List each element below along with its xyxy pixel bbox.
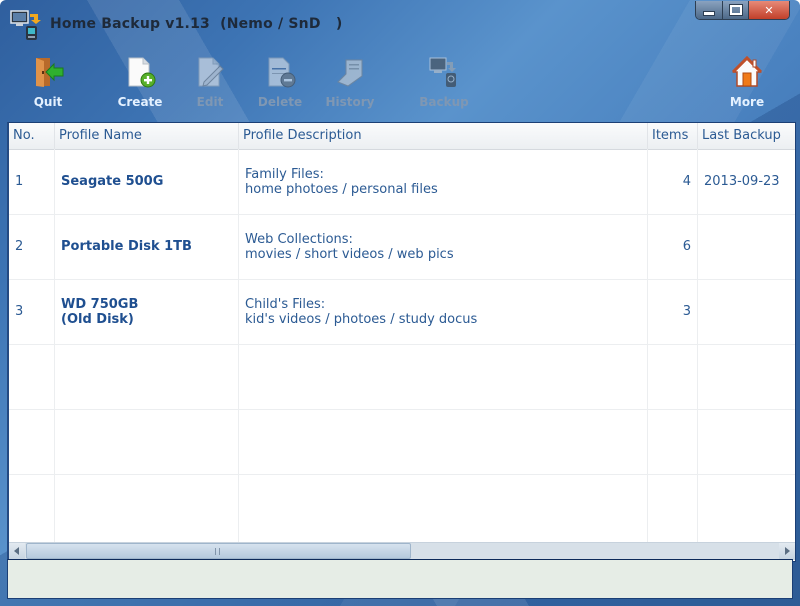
- column-header-no[interactable]: No.: [9, 123, 55, 149]
- create-button[interactable]: Create: [100, 52, 180, 114]
- empty-table-row: [9, 409, 795, 475]
- more-label: More: [729, 95, 765, 109]
- delete-button[interactable]: Delete: [240, 52, 320, 114]
- exit-door-icon: [36, 58, 64, 87]
- cell-no: 3: [9, 279, 55, 344]
- cell-items: 4: [648, 149, 698, 214]
- cell-last-backup: [698, 214, 795, 279]
- toolbar: Quit Create Edit Delete History Backup M…: [0, 52, 800, 116]
- cell-profile-name: Seagate 500G: [55, 149, 239, 214]
- delete-document-icon: [268, 57, 296, 88]
- column-header-last-backup[interactable]: Last Backup: [698, 123, 795, 149]
- close-icon: ✕: [764, 3, 774, 17]
- window-title: Home Backup v1.13 (Nemo / SnD ): [50, 16, 343, 32]
- description-title: Child's Files:: [245, 296, 326, 312]
- column-header-profile-name[interactable]: Profile Name: [55, 123, 239, 149]
- history-scroll-icon: [337, 59, 363, 87]
- profile-name-line1: Seagate 500G: [61, 174, 164, 189]
- description-detail: kid's videos / photoes / study docus: [245, 311, 478, 327]
- description-detail: home photoes / personal files: [245, 181, 438, 197]
- cell-profile-description: Family Files: home photoes / personal fi…: [239, 149, 648, 214]
- profile-name-line1: WD 750GB: [61, 296, 139, 312]
- history-label: History: [325, 95, 375, 109]
- table-row[interactable]: 3 WD 750GB (Old Disk) Child's Files: kid…: [9, 279, 795, 345]
- history-button[interactable]: History: [310, 52, 390, 114]
- cell-items: 6: [648, 214, 698, 279]
- quit-label: Quit: [33, 95, 63, 109]
- description-title: Family Files:: [245, 166, 324, 182]
- more-button[interactable]: More: [707, 52, 787, 114]
- maximize-button[interactable]: [723, 1, 749, 19]
- table-row[interactable]: 1 Seagate 500G Family Files: home photoe…: [9, 149, 795, 215]
- profile-name-line2: (Old Disk): [61, 311, 134, 327]
- app-icon: [10, 10, 41, 40]
- edit-document-icon: [198, 57, 224, 87]
- home-icon: [731, 56, 763, 87]
- table-header: No. Profile Name Profile Description Ite…: [9, 123, 795, 150]
- table-row[interactable]: 2 Portable Disk 1TB Web Collections: mov…: [9, 214, 795, 280]
- cell-profile-description: Child's Files: kid's videos / photoes / …: [239, 279, 648, 344]
- column-header-items[interactable]: Items: [648, 123, 698, 149]
- create-label: Create: [117, 95, 163, 109]
- new-document-icon: [128, 57, 156, 88]
- profile-name-line1: Portable Disk 1TB: [61, 239, 192, 254]
- minimize-button[interactable]: [696, 1, 723, 19]
- profiles-table: No. Profile Name Profile Description Ite…: [7, 122, 796, 562]
- empty-table-row: [9, 344, 795, 410]
- edit-label: Edit: [196, 95, 224, 109]
- edit-button[interactable]: Edit: [170, 52, 250, 114]
- backup-computer-icon: [429, 57, 456, 87]
- description-title: Web Collections:: [245, 231, 353, 247]
- cell-profile-name: WD 750GB (Old Disk): [55, 279, 239, 344]
- status-bar: [7, 559, 793, 599]
- quit-button[interactable]: Quit: [8, 52, 88, 114]
- cell-no: 1: [9, 149, 55, 214]
- column-header-profile-description[interactable]: Profile Description: [239, 123, 648, 149]
- cell-last-backup: [698, 279, 795, 344]
- scrollbar-thumb[interactable]: [26, 543, 411, 559]
- empty-table-row: [9, 474, 795, 542]
- cell-items: 3: [648, 279, 698, 344]
- description-detail: movies / short videos / web pics: [245, 246, 454, 262]
- title-bar: Home Backup v1.13 (Nemo / SnD ) ✕: [0, 0, 800, 50]
- cell-last-backup: 2013-09-23: [704, 174, 780, 189]
- cell-profile-description: Web Collections: movies / short videos /…: [239, 214, 648, 279]
- scroll-right-arrow-icon[interactable]: [779, 543, 795, 560]
- delete-label: Delete: [257, 95, 303, 109]
- scroll-left-arrow-icon[interactable]: [9, 543, 25, 560]
- maximize-icon: [728, 4, 743, 16]
- horizontal-scrollbar[interactable]: [9, 542, 795, 560]
- window-controls: ✕: [695, 1, 790, 20]
- backup-label: Backup: [419, 95, 469, 109]
- minimize-icon: [703, 10, 715, 16]
- app-window: Home Backup v1.13 (Nemo / SnD ) ✕ Quit C…: [0, 0, 800, 606]
- backup-button[interactable]: Backup: [404, 52, 484, 114]
- close-button[interactable]: ✕: [749, 1, 789, 19]
- cell-profile-name: Portable Disk 1TB: [55, 214, 239, 279]
- cell-no: 2: [9, 214, 55, 279]
